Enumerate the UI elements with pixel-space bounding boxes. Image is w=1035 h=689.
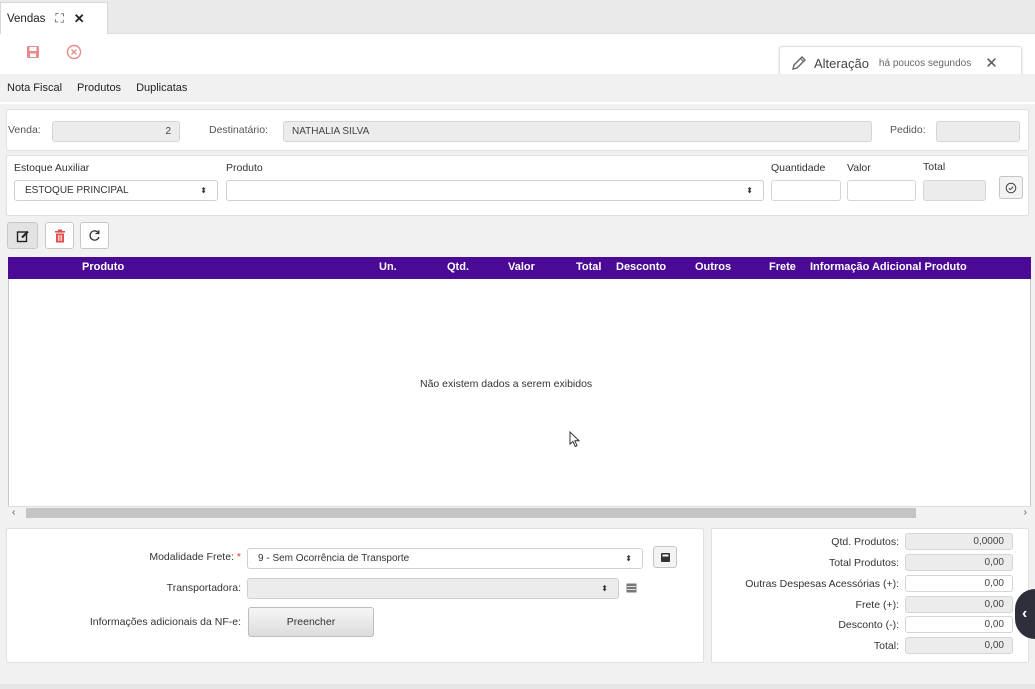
refresh-button[interactable]: [80, 222, 109, 249]
chevron-left-icon: ‹: [1022, 605, 1028, 622]
col-qtd[interactable]: Qtd.: [447, 261, 469, 273]
section-nav: Nota Fiscal Produtos Duplicatas: [0, 74, 1035, 102]
select-arrows-icon: ⬍: [746, 185, 753, 195]
scrollbar-thumb[interactable]: [26, 508, 916, 518]
produto-select[interactable]: ⬍: [226, 180, 764, 201]
refresh-icon: [89, 230, 100, 241]
tab-vendas[interactable]: Vendas ⛶ ✕: [0, 2, 108, 34]
valor-label: Valor: [847, 162, 871, 174]
scroll-right-icon[interactable]: ›: [1024, 507, 1027, 518]
check-circle-icon: [1005, 182, 1017, 193]
valor-input[interactable]: [847, 180, 916, 201]
transportadora-label: Transportadora:: [166, 582, 241, 594]
total-row-label: Frete (+):: [855, 599, 899, 611]
edit-item-button[interactable]: [7, 222, 38, 249]
quantidade-label: Quantidade: [771, 162, 826, 174]
grid-body: [8, 279, 1031, 519]
tab-title: Vendas: [7, 12, 46, 25]
pedido-field[interactable]: [936, 121, 1020, 142]
total-label: Total: [923, 161, 946, 173]
notification-title: Alteração: [814, 55, 869, 71]
venda-field: 2: [52, 121, 180, 142]
total-row-label: Qtd. Produtos:: [831, 536, 899, 548]
total-row-label: Desconto (-):: [838, 619, 899, 631]
bottom-bar: [0, 684, 1035, 689]
col-desconto[interactable]: Desconto: [616, 261, 666, 273]
trash-icon: [54, 229, 65, 242]
total-row-label: Outras Despesas Acessórias (+):: [745, 578, 899, 590]
col-frete[interactable]: Frete: [769, 261, 796, 273]
col-produto[interactable]: Produto: [82, 261, 124, 273]
freight-calculator-button[interactable]: [653, 546, 677, 568]
total-row-value[interactable]: 0,00: [905, 575, 1013, 592]
destinatario-field[interactable]: NATHALIA SILVA: [283, 121, 872, 142]
carrier-list-icon[interactable]: [626, 583, 637, 593]
col-valor[interactable]: Valor: [508, 261, 535, 273]
preencher-button[interactable]: Preencher: [248, 607, 374, 637]
edit-icon: [16, 230, 29, 242]
modalidade-frete-label: Modalidade Frete: *: [149, 551, 241, 563]
col-total[interactable]: Total: [576, 261, 601, 273]
cancel-icon[interactable]: [64, 42, 84, 62]
pedido-label: Pedido:: [890, 124, 926, 136]
pencil-icon: [792, 56, 806, 70]
venda-label: Venda:: [8, 124, 41, 136]
produto-label: Produto: [226, 162, 263, 174]
close-notification-icon[interactable]: ✕: [985, 54, 998, 72]
col-info-adicional[interactable]: Informação Adicional Produto: [810, 261, 967, 273]
total-row-label: Total Produtos:: [828, 557, 899, 569]
confirm-product-button[interactable]: [999, 176, 1023, 199]
total-row-value: 0,0000: [905, 533, 1013, 550]
transportadora-select[interactable]: ⬍: [247, 578, 619, 599]
total-row-value: 0,00: [905, 637, 1013, 654]
grid-header: Produto Un. Qtd. Valor Total Desconto Ou…: [8, 257, 1031, 279]
col-un[interactable]: Un.: [379, 261, 397, 273]
nav-nota-fiscal[interactable]: Nota Fiscal: [7, 82, 62, 94]
select-arrows-icon: ⬍: [601, 583, 608, 593]
empty-grid-message: Não existem dados a serem exibidos: [420, 378, 593, 390]
quantidade-input[interactable]: [771, 180, 841, 201]
estoque-label: Estoque Auxiliar: [14, 162, 90, 174]
mouse-cursor-icon: [569, 431, 581, 448]
select-arrows-icon: ⬍: [625, 553, 632, 563]
scroll-left-icon[interactable]: ‹: [12, 507, 15, 518]
delete-item-button[interactable]: [45, 222, 74, 249]
tab-bar: [0, 0, 1035, 34]
modalidade-frete-select[interactable]: 9 - Sem Ocorrência de Transporte ⬍: [247, 548, 643, 569]
destinatario-label: Destinatário:: [209, 124, 268, 136]
info-adicionais-label: Informações adicionais da NF-e:: [89, 616, 241, 628]
col-outros[interactable]: Outros: [695, 261, 731, 273]
notification-time: há poucos segundos: [878, 57, 972, 69]
estoque-select[interactable]: ESTOQUE PRINCIPAL ⬍: [14, 180, 218, 201]
save-icon[interactable]: [23, 42, 43, 62]
total-row-value: 0,00: [905, 554, 1013, 571]
maximize-icon[interactable]: ⛶: [55, 11, 63, 26]
total-row-label: Total:: [873, 640, 899, 652]
calculator-icon: [660, 552, 670, 562]
total-field: [923, 180, 986, 201]
select-arrows-icon: ⬍: [200, 185, 207, 195]
total-row-value: 0,00: [905, 596, 1013, 613]
grid-horizontal-scrollbar[interactable]: ‹ ›: [8, 506, 1031, 519]
close-tab-icon[interactable]: ✕: [74, 11, 85, 27]
total-row-value[interactable]: 0,00: [905, 616, 1013, 633]
nav-duplicatas[interactable]: Duplicatas: [136, 82, 187, 94]
nav-produtos[interactable]: Produtos: [77, 82, 121, 94]
